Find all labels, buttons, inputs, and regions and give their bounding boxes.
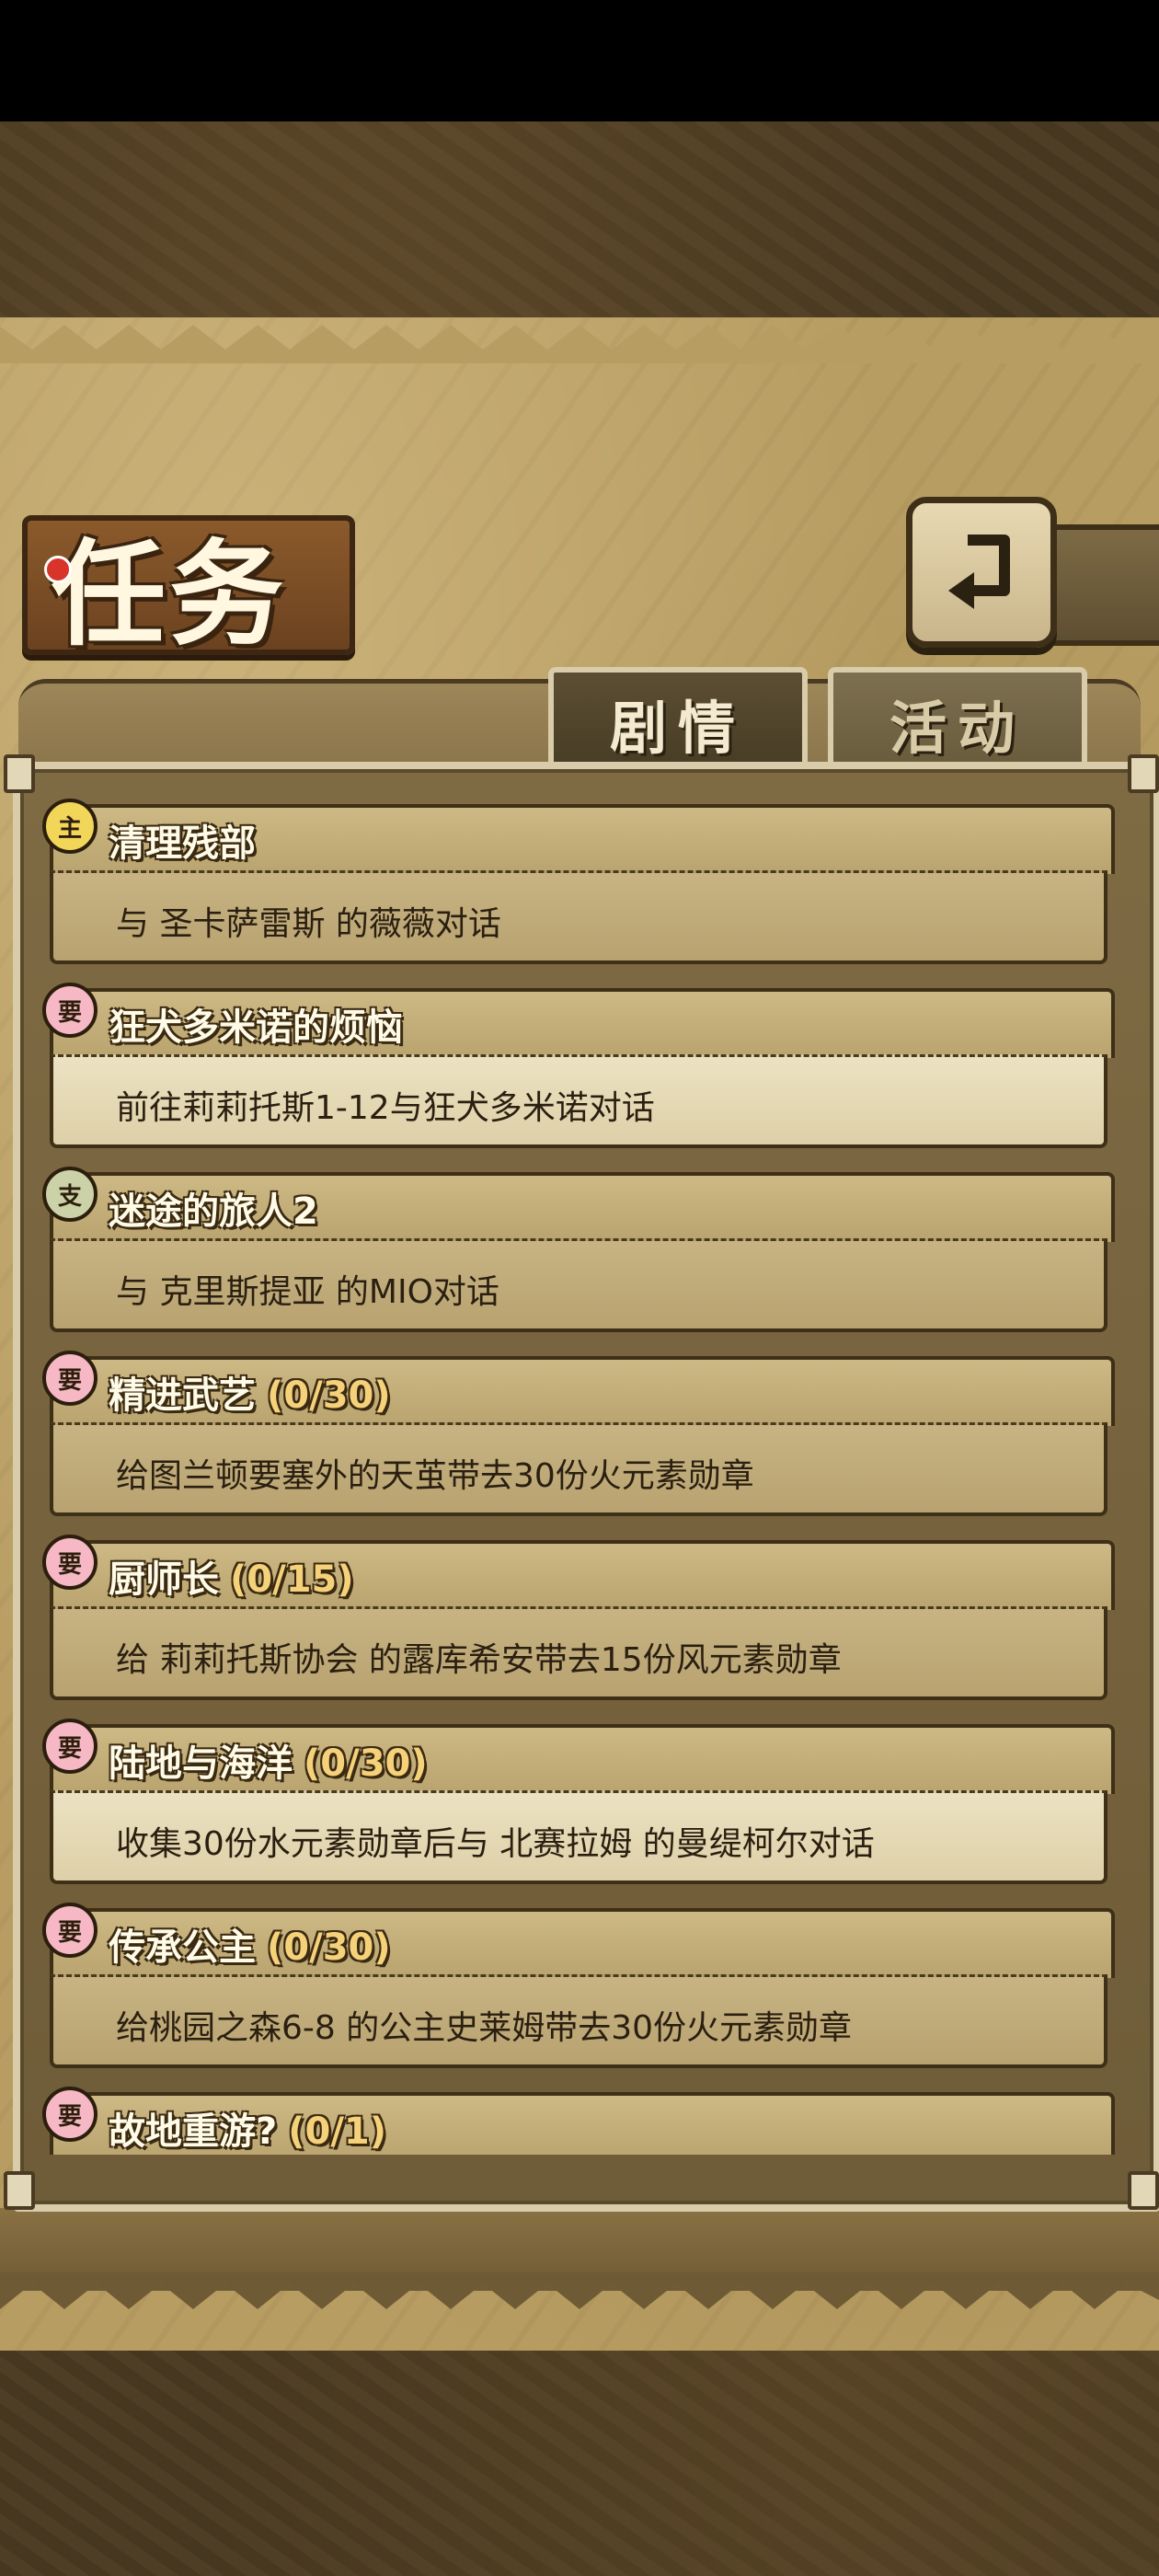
required-quest-badge: 要 xyxy=(42,1719,98,1774)
quest-body: 给 莉莉托斯协会 的露库希安带去15份风元素勋章 xyxy=(50,1606,1107,1700)
quest-header: 要 精进武艺 (0/30) xyxy=(42,1351,1115,1426)
torn-edge-top xyxy=(0,325,1159,363)
quest-description: 给图兰顿要塞外的天茧带去30份火元素勋章 xyxy=(116,1457,754,1495)
quest-title: 清理残部 xyxy=(109,822,256,865)
notification-dot xyxy=(44,556,72,583)
quest-body: 给图兰顿要塞外的天茧带去30份火元素勋章 xyxy=(50,1422,1107,1516)
quest-body: 给桃园之森6-8 的公主史莱姆带去30份火元素勋章 xyxy=(50,1974,1107,2068)
side-quest-badge: 支 xyxy=(42,1167,98,1222)
quest-title: 传承公主 (0/30) xyxy=(109,1926,391,1969)
back-button[interactable] xyxy=(906,497,1057,648)
frame-post xyxy=(4,2171,35,2210)
quest-header: 主 清理残部 xyxy=(42,799,1115,874)
quest-title: 故地重游? (0/1) xyxy=(109,2110,387,2153)
quest-header: 要 厨师长 (0/15) xyxy=(42,1535,1115,1610)
quest-description: 给桃园之森6-8 的公主史莱姆带去30份火元素勋章 xyxy=(116,2009,853,2047)
quest-item[interactable]: 要 狂犬多米诺的烦恼 前往莉莉托斯1-12与狂犬多米诺对话 xyxy=(42,983,1115,1152)
quest-description: 给 莉莉托斯协会 的露库希安带去15份风元素勋章 xyxy=(116,1641,842,1679)
quest-description: 前往莉莉托斯1-12与狂犬多米诺对话 xyxy=(116,1089,655,1127)
quest-body: 与 圣卡萨雷斯 的薇薇对话 xyxy=(50,870,1107,964)
required-quest-badge: 要 xyxy=(42,2087,98,2142)
quest-title: 精进武艺 (0/30) xyxy=(109,1374,391,1417)
frame-post xyxy=(1128,2171,1159,2210)
quest-description: 与 圣卡萨雷斯 的薇薇对话 xyxy=(116,905,501,943)
quest-item[interactable]: 要 故地重游? (0/1) xyxy=(42,2087,1115,2155)
torn-edge-bottom xyxy=(0,2272,1159,2309)
required-quest-badge: 要 xyxy=(42,1351,98,1406)
tab-activity[interactable]: 活动 xyxy=(828,667,1087,774)
quest-item[interactable]: 主 清理残部 与 圣卡萨雷斯 的薇薇对话 xyxy=(42,799,1115,968)
quest-body: 与 克里斯提亚 的MIO对话 xyxy=(50,1238,1107,1332)
quest-title: 陆地与海洋 (0/30) xyxy=(109,1742,428,1785)
quest-header: 要 陆地与海洋 (0/30) xyxy=(42,1719,1115,1794)
quest-item[interactable]: 要 传承公主 (0/30) 给桃园之森6-8 的公主史莱姆带去30份火元素勋章 xyxy=(42,1903,1115,2072)
quest-header: 要 传承公主 (0/30) xyxy=(42,1903,1115,1978)
main-quest-badge: 主 xyxy=(42,799,98,854)
frame-post xyxy=(1128,754,1159,793)
quest-progress: (0/1) xyxy=(288,2110,387,2153)
back-arrow-icon xyxy=(948,535,1010,609)
required-quest-badge: 要 xyxy=(42,1535,98,1590)
quest-title: 迷途的旅人2 xyxy=(109,1190,318,1233)
frame-post xyxy=(4,754,35,793)
quest-progress: (0/30) xyxy=(304,1742,428,1785)
quest-header: 要 狂犬多米诺的烦恼 xyxy=(42,983,1115,1058)
quest-list[interactable]: 主 清理残部 与 圣卡萨雷斯 的薇薇对话 要 狂犬多米诺的烦恼 前往莉莉托斯1-… xyxy=(35,795,1122,2155)
required-quest-badge: 要 xyxy=(42,983,98,1038)
quest-progress: (0/30) xyxy=(267,1926,391,1969)
quest-title: 狂犬多米诺的烦恼 xyxy=(109,1006,403,1049)
tab-story[interactable]: 剧情 xyxy=(548,667,808,774)
quest-header: 要 故地重游? (0/1) xyxy=(42,2087,1115,2155)
status-bar xyxy=(0,0,1159,121)
quest-progress: (0/30) xyxy=(267,1374,391,1417)
quest-item[interactable]: 要 精进武艺 (0/30) 给图兰顿要塞外的天茧带去30份火元素勋章 xyxy=(42,1351,1115,1520)
quest-item[interactable]: 要 厨师长 (0/15) 给 莉莉托斯协会 的露库希安带去15份风元素勋章 xyxy=(42,1535,1115,1704)
required-quest-badge: 要 xyxy=(42,1903,98,1958)
quest-description: 收集30份水元素勋章后与 北赛拉姆 的曼缇柯尔对话 xyxy=(116,1825,875,1863)
page-title: 任务 xyxy=(52,529,288,661)
quest-item[interactable]: 要 陆地与海洋 (0/30) 收集30份水元素勋章后与 北赛拉姆 的曼缇柯尔对话 xyxy=(42,1719,1115,1888)
quest-header: 支 迷途的旅人2 xyxy=(42,1167,1115,1242)
quest-body: 前往莉莉托斯1-12与狂犬多米诺对话 xyxy=(50,1054,1107,1148)
quest-body: 收集30份水元素勋章后与 北赛拉姆 的曼缇柯尔对话 xyxy=(50,1790,1107,1884)
quest-progress: (0/15) xyxy=(230,1558,354,1601)
quest-title: 厨师长 (0/15) xyxy=(109,1558,354,1601)
quest-item[interactable]: 支 迷途的旅人2 与 克里斯提亚 的MIO对话 xyxy=(42,1167,1115,1336)
quest-description: 与 克里斯提亚 的MIO对话 xyxy=(116,1273,499,1311)
